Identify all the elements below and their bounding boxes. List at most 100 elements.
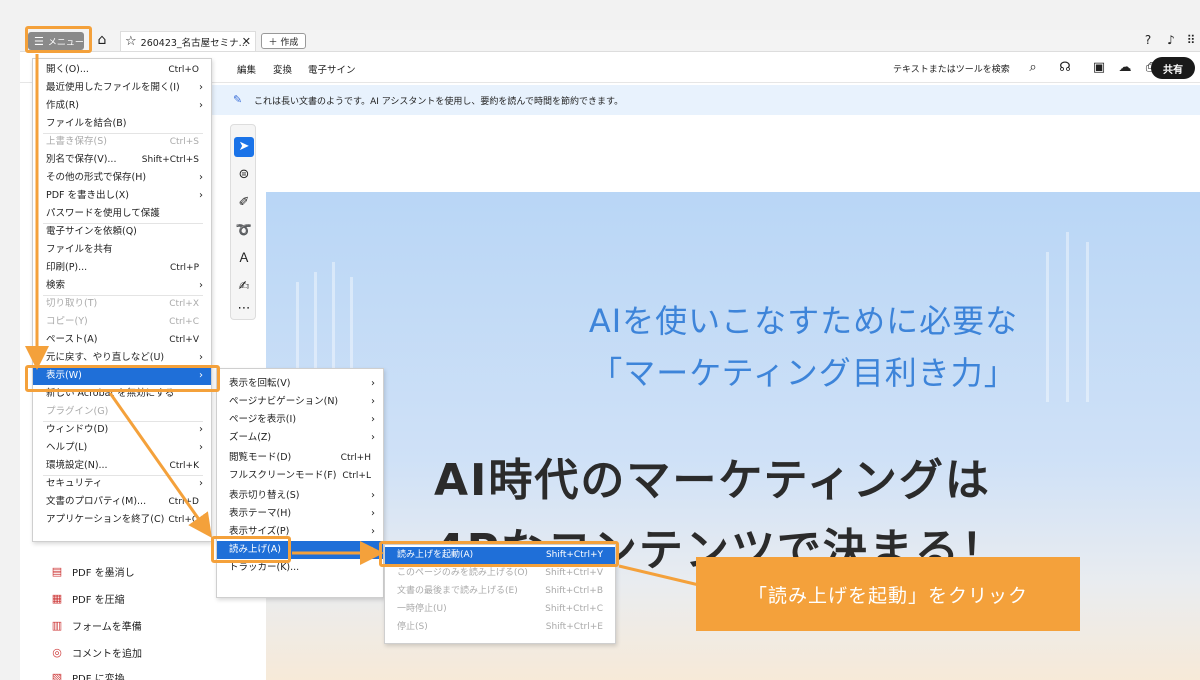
main-menu-item[interactable]: 別名で保存(V)... Shift+Ctrl+S (33, 151, 211, 169)
menu-item-label: ファイルを共有 (46, 244, 113, 255)
create-button[interactable]: ＋ 作成 (261, 33, 306, 49)
pen-tool-icon[interactable]: ✐ (234, 193, 254, 213)
view-submenu-item[interactable]: 閲覧モード(D) Ctrl+H (217, 449, 383, 467)
main-menu-item[interactable]: 環境設定(N)... Ctrl+K (33, 457, 211, 475)
document-tab[interactable]: ☆ 260423_名古屋セミナ... ✕ (120, 31, 256, 51)
side-item-label: PDF を墨消し (72, 568, 135, 579)
menu-button-highlight (25, 26, 92, 53)
tool-search-text[interactable]: テキストまたはツールを検索 (893, 62, 1010, 75)
side-item-redact[interactable]: ▤ PDF を墨消し (50, 564, 135, 579)
view-submenu-item[interactable]: 表示切り替え(S) › (217, 487, 383, 505)
submenu-item-label: ページを表示(I) (229, 414, 297, 425)
menu-item-label: 上書き保存(S) (46, 136, 107, 147)
save-icon[interactable]: ▣ (1090, 59, 1108, 77)
main-menu-item[interactable]: 作成(R) › (33, 97, 211, 115)
menu-item-label: 印刷(P)... (46, 262, 88, 273)
text-box-tool-icon[interactable]: Ａ (234, 249, 254, 269)
view-submenu-item[interactable]: ページナビゲーション(N) › (217, 393, 383, 411)
read-aloud-item-shortcut: Shift+Ctrl+C (545, 604, 603, 614)
lasso-tool-icon[interactable]: ➰ (234, 221, 254, 241)
main-menu-item[interactable]: その他の形式で保存(H) › (33, 169, 211, 187)
view-submenu-item[interactable]: 表示を回転(V) › (217, 375, 383, 393)
main-menu-item[interactable]: 文書のプロパティ(M)... Ctrl+D (33, 493, 211, 511)
read-aloud-item: 停止(S) Shift+Ctrl+E (385, 619, 615, 636)
side-item-label: PDF を圧縮 (72, 595, 125, 606)
side-item-compress[interactable]: ▦ PDF を圧縮 (50, 591, 125, 606)
main-menu: 開く(O)... Ctrl+O 最近使用したファイルを開く(I) › 作成(R) › ファイ… (32, 58, 212, 542)
upload-cloud-icon[interactable]: ☁ (1116, 59, 1134, 77)
read-aloud-item-shortcut: Shift+Ctrl+B (545, 586, 603, 596)
chevron-right-icon: › (199, 424, 203, 435)
view-submenu-item[interactable]: ページを表示(I) › (217, 411, 383, 429)
main-menu-item[interactable]: ウィンドウ(D) › (33, 421, 211, 439)
main-menu-item[interactable]: 印刷(P)... Ctrl+P (33, 259, 211, 277)
main-menu-item[interactable]: ヘルプ(L) › (33, 439, 211, 457)
view-submenu-item[interactable]: フルスクリーンモード(F) Ctrl+L (217, 467, 383, 485)
read-aloud-item-shortcut: Shift+Ctrl+E (545, 622, 603, 632)
main-menu-item[interactable]: パスワードを使用して保護 (33, 205, 211, 223)
view-submenu-item[interactable]: 表示テーマ(H) › (217, 505, 383, 523)
form-icon: ▥ (51, 619, 63, 632)
close-tab-icon[interactable]: ✕ (242, 35, 251, 48)
menu-item-label: 切り取り(T) (46, 298, 98, 309)
chevron-right-icon: › (371, 490, 375, 501)
main-menu-item[interactable]: PDF を書き出し(X) › (33, 187, 211, 205)
side-item-label: コメントを追加 (72, 649, 142, 660)
headphones-icon[interactable]: ☊ (1056, 59, 1074, 77)
menu-item-label: その他の形式で保存(H) (46, 172, 147, 183)
menu-item-shortcut: Ctrl+V (169, 335, 199, 345)
select-tool-icon[interactable]: ➤ (234, 137, 254, 157)
chevron-right-icon: › (199, 190, 203, 201)
read-aloud-item-label: 一時停止(U) (397, 604, 447, 614)
menu-item-label: 開く(O)... (46, 64, 89, 75)
menu-item-label: 元に戻す、やり直しなど(U) (46, 352, 165, 363)
ai-assistant-banner: ✎ これは長い文書のようです。AI アシスタントを使用し、要約を読んで時間を節約… (210, 85, 1200, 115)
menu-item-label: ヘルプ(L) (46, 442, 88, 453)
main-menu-item[interactable]: ファイルを共有 (33, 241, 211, 259)
side-item-prepare-form[interactable]: ▥ フォームを準備 (50, 618, 142, 633)
main-menu-item[interactable]: 電子サインを依頼(Q) (33, 223, 211, 241)
view-submenu: 表示を回転(V) › ページナビゲーション(N) › ページを表示(I) › ズーム(Z) ›… (216, 368, 384, 598)
chevron-right-icon: › (371, 378, 375, 389)
submenu-item-label: 表示切り替え(S) (229, 490, 300, 501)
menu-item-label: 環境設定(N)... (46, 460, 108, 471)
main-menu-item[interactable]: 開く(O)... Ctrl+O (33, 61, 211, 79)
view-submenu-item[interactable]: ズーム(Z) › (217, 429, 383, 447)
menu-item-shortcut: Ctrl+D (168, 497, 200, 507)
chevron-right-icon: › (371, 526, 375, 537)
main-menu-item[interactable]: 最近使用したファイルを開く(I) › (33, 79, 211, 97)
help-icon[interactable]: ? (1140, 33, 1156, 47)
menu-item-shortcut: Ctrl+X (169, 299, 199, 309)
main-menu-item[interactable]: ファイルを結合(B) (33, 115, 211, 133)
main-menu-item[interactable]: ペースト(A) Ctrl+V (33, 331, 211, 349)
menu-item-label: 最近使用したファイルを開く(I) (46, 82, 180, 93)
main-menu-item[interactable]: 検索 › (33, 277, 211, 295)
toolbar-tab-esign[interactable]: 電子サイン (308, 62, 356, 76)
bell-icon[interactable]: ♪ (1163, 33, 1179, 47)
search-icon[interactable]: ⌕ (1024, 59, 1042, 77)
toolbar-tab-edit[interactable]: 編集 (237, 62, 256, 76)
star-icon[interactable]: ☆ (125, 34, 137, 49)
side-item-convert[interactable]: ▧ PDF に変換 (50, 670, 125, 680)
main-menu-item[interactable]: セキュリティ › (33, 475, 211, 493)
sign-tool-icon[interactable]: ✍ (234, 277, 254, 297)
menu-item-label: パスワードを使用して保護 (46, 208, 160, 219)
menu-item-label: アプリケーションを終了(C) (46, 514, 165, 525)
ai-assistant-icon: ✎ (233, 93, 243, 106)
side-item-comment[interactable]: ◎ コメントを追加 (50, 645, 142, 660)
comment-icon: ◎ (52, 646, 62, 659)
instruction-callout: 「読み上げを起動」をクリック (696, 557, 1080, 631)
toolbar-tab-convert[interactable]: 変換 (273, 62, 292, 76)
home-icon[interactable]: ⌂ (94, 32, 110, 48)
menu-item-label: セキュリティ (46, 478, 103, 489)
main-menu-item: 切り取り(T) Ctrl+X (33, 295, 211, 313)
document-tab-title: 260423_名古屋セミナ... (140, 37, 248, 49)
apps-grid-icon[interactable]: ⠿ (1183, 33, 1199, 47)
comment-tool-icon[interactable]: ⊜ (234, 165, 254, 185)
read-aloud-item-shortcut: Shift+Ctrl+V (545, 568, 603, 578)
main-menu-item[interactable]: アプリケーションを終了(C) Ctrl+Q (33, 511, 211, 529)
more-tools-icon[interactable]: ⋯ (234, 299, 254, 319)
share-button[interactable]: 共有 (1151, 57, 1195, 79)
main-menu-item: コピー(Y) Ctrl+C (33, 313, 211, 331)
chevron-right-icon: › (371, 508, 375, 519)
